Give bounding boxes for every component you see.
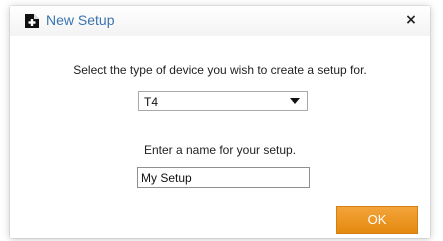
setup-name-input[interactable] bbox=[137, 167, 310, 188]
new-document-icon bbox=[24, 13, 40, 29]
device-type-select[interactable]: T4 bbox=[138, 91, 308, 111]
device-type-prompt: Select the type of device you wish to cr… bbox=[73, 63, 367, 77]
title-bar: New Setup × bbox=[10, 6, 430, 36]
new-setup-dialog: New Setup × Select the type of device yo… bbox=[10, 6, 430, 238]
close-button[interactable]: × bbox=[400, 10, 422, 30]
device-type-value: T4 bbox=[144, 95, 159, 109]
dropdown-arrow-icon[interactable] bbox=[290, 98, 300, 104]
ok-button[interactable]: OK bbox=[336, 206, 418, 234]
window-title: New Setup bbox=[46, 12, 115, 28]
setup-name-prompt: Enter a name for your setup. bbox=[143, 143, 297, 157]
